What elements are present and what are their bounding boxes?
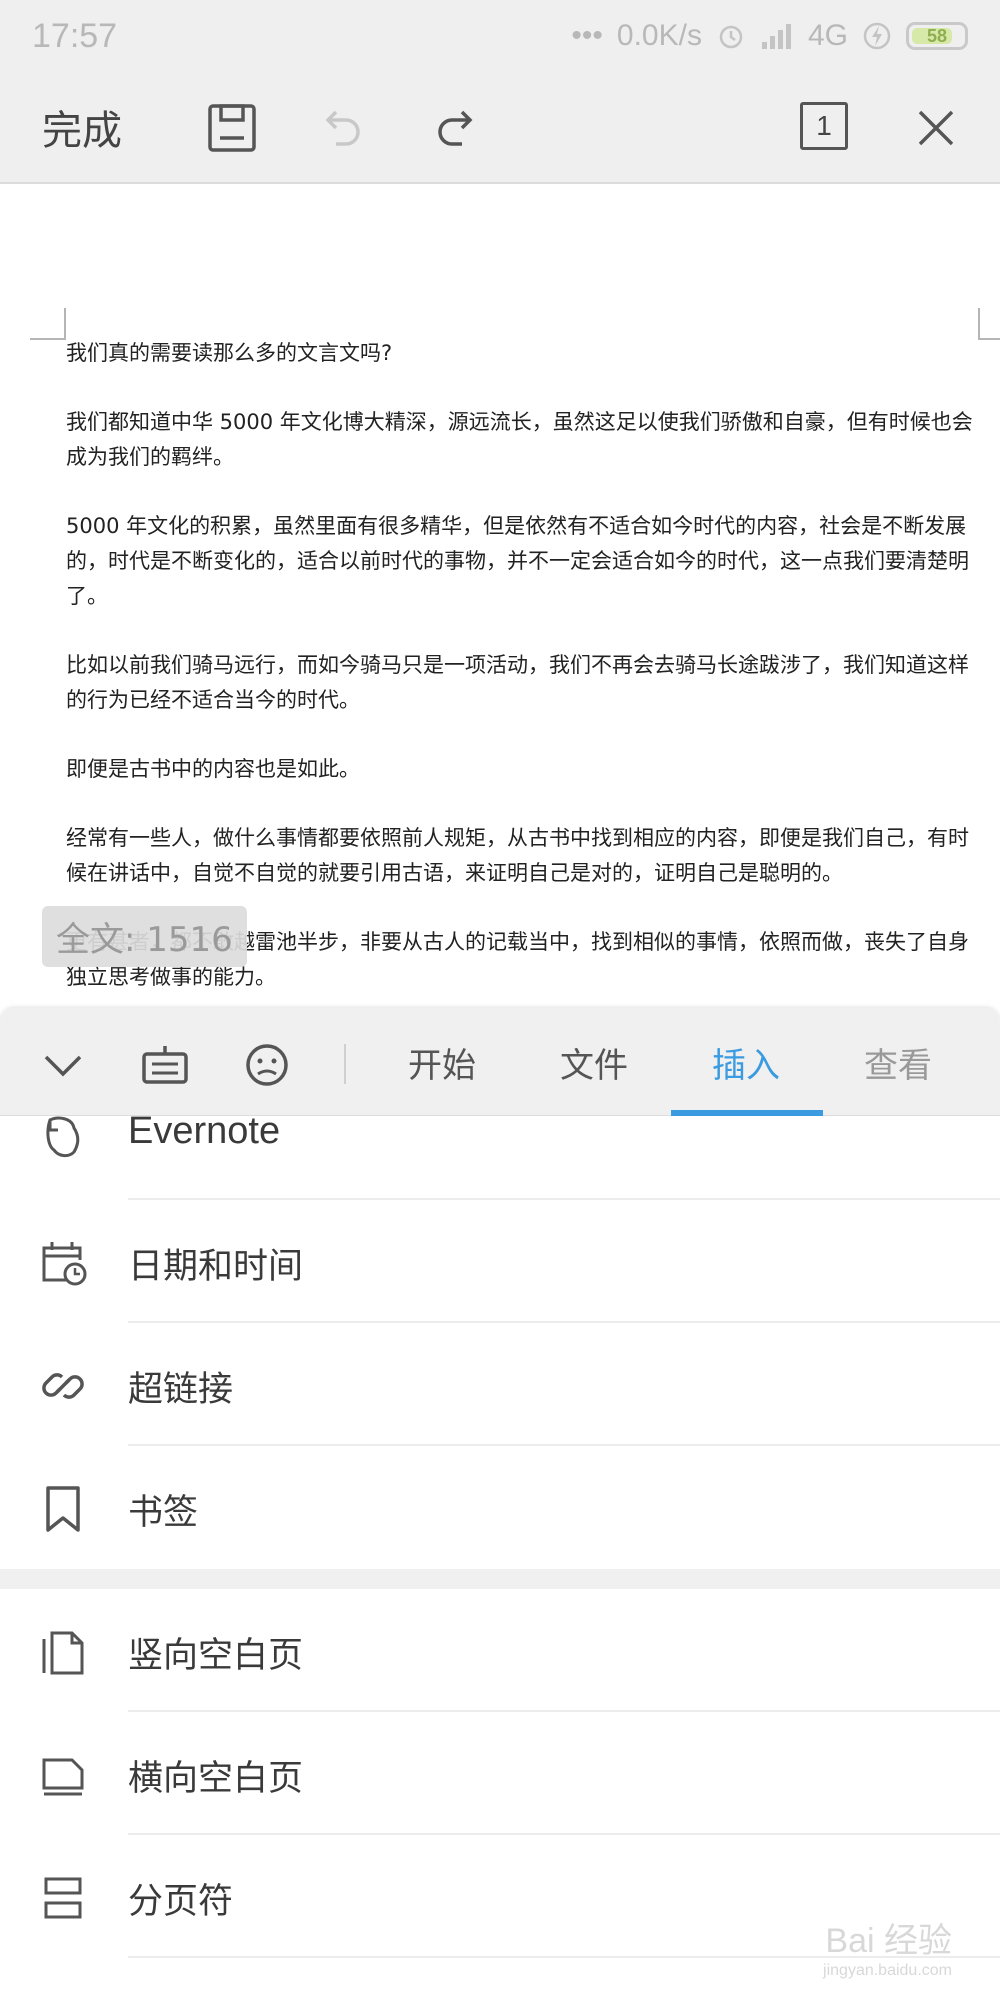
editor-toolbar: 完成 1 [0, 72, 1000, 184]
section-separator [0, 1569, 1000, 1589]
menu-item-label: 日期和时间 [128, 1247, 304, 1287]
network-speed: 0.0K/s [616, 19, 702, 52]
page-indicator-button[interactable]: 1 [800, 102, 848, 150]
bookmark-icon [46, 1486, 80, 1532]
portrait-page-icon [42, 1631, 84, 1675]
doc-paragraph: 5000 年文化的积累，虽然里面有很多精华，但是依然有不适合如今时代的内容，社会… [66, 514, 969, 608]
doc-paragraph: 我们真的需要读那么多的文言文吗? [66, 341, 393, 365]
status-bar: 17:57 ••• 0.0K/s 4G 58 [0, 0, 1000, 72]
menu-item-label: 横向空白页 [128, 1759, 304, 1799]
status-indicators: ••• 0.0K/s 4G 58 [571, 19, 968, 53]
signal-icon [761, 24, 791, 49]
tab-view[interactable]: 查看 [864, 1038, 932, 1087]
menu-item-label: Evernote [128, 1110, 281, 1152]
landscape-page-icon [42, 1758, 84, 1796]
evernote-icon [46, 1116, 80, 1158]
tab-insert[interactable]: 插入 [712, 1038, 780, 1087]
link-icon [42, 1373, 84, 1399]
doc-paragraph: 经常有一些人，做什么事情都要依照前人规矩，从古书中找到相应的内容，即便是我们自己… [66, 826, 969, 885]
insert-panel: 开始 文件 插入 查看 Evernote 日期和时间 超链接 书签 竖向空白页 … [0, 1008, 1000, 2000]
crop-mark-left [30, 308, 66, 340]
word-count-badge: 全文: 1516 [42, 906, 247, 967]
tab-start[interactable]: 开始 [408, 1038, 476, 1087]
menu-item-bookmark[interactable]: 书签 [0, 1446, 1000, 1569]
app-frame: 17:57 ••• 0.0K/s 4G 58 完成 1 我们真的需要读那么多的文… [0, 0, 1000, 2000]
calendar-clock-icon [42, 1242, 87, 1286]
menu-item-portrait-blank-page[interactable]: 竖向空白页 [0, 1589, 1000, 1712]
doc-paragraph: 比如以前我们骑马远行，而如今骑马只是一项活动，我们不再会去骑马长途跋涉了，我们知… [66, 653, 969, 712]
status-time: 17:57 [32, 16, 118, 55]
doc-paragraph: 我们都知道中华 5000 年文化博大精深，源远流长，虽然这足以使我们骄傲和自豪，… [66, 410, 973, 469]
battery-level: 58 [926, 25, 948, 46]
redo-icon[interactable] [430, 102, 482, 154]
menu-item-date-time[interactable]: 日期和时间 [0, 1200, 1000, 1323]
save-icon[interactable] [206, 102, 258, 154]
close-icon[interactable] [910, 102, 962, 154]
done-button[interactable]: 完成 [42, 98, 122, 156]
baidu-jingyan-watermark: Bai 经验 jingyan.baidu.com [823, 1913, 952, 1980]
emoji-icon[interactable] [242, 1040, 292, 1090]
doc-paragraph: 即便是古书中的内容也是如此。 [66, 757, 360, 781]
menu-item-evernote[interactable]: Evernote [0, 1110, 1000, 1200]
status-dots: ••• [571, 19, 603, 52]
tab-file[interactable]: 文件 [560, 1038, 628, 1087]
insert-menu-list: Evernote 日期和时间 超链接 书签 竖向空白页 横向空白页 分页符 [0, 1110, 1000, 1958]
menu-item-label: 分页符 [128, 1882, 234, 1922]
panel-tab-bar: 开始 文件 插入 查看 [0, 1008, 1000, 1116]
alarm-icon [719, 25, 743, 49]
network-type: 4G [807, 19, 848, 52]
watermark-url: jingyan.baidu.com [823, 1962, 952, 1979]
charging-icon [863, 22, 891, 50]
menu-item-hyperlink[interactable]: 超链接 [0, 1323, 1000, 1446]
keyboard-icon[interactable] [140, 1040, 190, 1090]
document-page[interactable]: 我们真的需要读那么多的文言文吗? 我们都知道中华 5000 年文化博大精深，源远… [0, 186, 1000, 1012]
menu-item-label: 竖向空白页 [128, 1636, 304, 1676]
chevron-down-icon[interactable] [38, 1040, 88, 1090]
menu-item-label: 书签 [128, 1493, 199, 1533]
menu-item-label: 超链接 [128, 1370, 234, 1410]
page-break-icon [44, 1877, 82, 1919]
undo-icon[interactable] [316, 102, 368, 154]
battery-icon: 58 [906, 22, 968, 50]
watermark-text: Bai 经验 [825, 1922, 952, 1960]
menu-item-landscape-blank-page[interactable]: 横向空白页 [0, 1712, 1000, 1835]
tab-divider [344, 1044, 346, 1084]
